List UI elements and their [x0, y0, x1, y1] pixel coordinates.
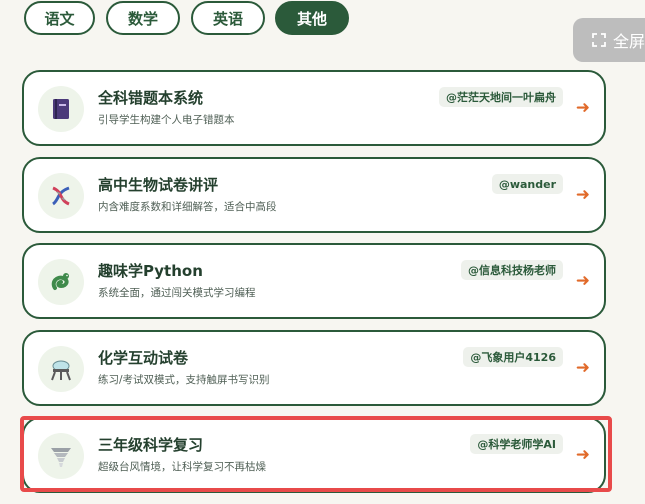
card-title: 全科错题本系统: [98, 89, 204, 107]
tab-english[interactable]: 英语: [191, 1, 265, 35]
author-badge: @茫茫天地间一叶扁舟: [439, 87, 563, 107]
author-badge: @科学老师学AI: [470, 434, 563, 454]
snake-icon: [38, 259, 84, 305]
card-title: 趣味学Python: [98, 262, 203, 280]
notebook-icon: [38, 86, 84, 132]
arrow-right-icon[interactable]: ➜: [576, 445, 590, 465]
dna-icon: [38, 173, 84, 219]
card-desc: 内含难度系数和详细解答，适合中高段: [98, 201, 277, 213]
tab-math[interactable]: 数学: [106, 1, 180, 35]
flask-icon: [38, 346, 84, 392]
card-biology-review[interactable]: 高中生物试卷讲评 内含难度系数和详细解答，适合中高段 @wander ➜: [22, 157, 606, 233]
card-title: 三年级科学复习: [98, 436, 204, 454]
card-title: 高中生物试卷讲评: [98, 176, 219, 194]
card-desc: 超级台风情境，让科学复习不再枯燥: [98, 461, 266, 473]
card-python-fun[interactable]: 趣味学Python 系统全面，通过闯关模式学习编程 @信息科技杨老师 ➜: [22, 243, 606, 319]
card-chemistry-quiz[interactable]: 化学互动试卷 练习/考试双模式，支持触屏书写识别 @飞象用户4126 ➜: [22, 330, 606, 406]
tab-chinese[interactable]: 语文: [24, 1, 95, 35]
author-badge: @信息科技杨老师: [461, 260, 563, 280]
tornado-icon: [38, 433, 84, 479]
card-desc: 引导学生构建个人电子错题本: [98, 114, 235, 126]
arrow-right-icon[interactable]: ➜: [576, 271, 590, 291]
arrow-right-icon[interactable]: ➜: [576, 358, 590, 378]
card-title: 化学互动试卷: [98, 349, 189, 367]
fullscreen-label: 全屏: [613, 32, 645, 51]
arrow-right-icon[interactable]: ➜: [576, 98, 590, 118]
expand-icon: [592, 33, 606, 47]
fullscreen-button[interactable]: 全屏: [573, 18, 645, 62]
card-wrong-question-book[interactable]: 全科错题本系统 引导学生构建个人电子错题本 @茫茫天地间一叶扁舟 ➜: [22, 70, 606, 146]
card-desc: 练习/考试双模式，支持触屏书写识别: [98, 374, 270, 386]
arrow-right-icon[interactable]: ➜: [576, 185, 590, 205]
author-badge: @wander: [491, 174, 563, 194]
card-desc: 系统全面，通过闯关模式学习编程: [98, 287, 256, 299]
card-grade3-science[interactable]: 三年级科学复习 超级台风情境，让科学复习不再枯燥 @科学老师学AI ➜: [22, 417, 606, 493]
author-badge: @飞象用户4126: [463, 347, 563, 367]
tab-other[interactable]: 其他: [275, 1, 349, 35]
